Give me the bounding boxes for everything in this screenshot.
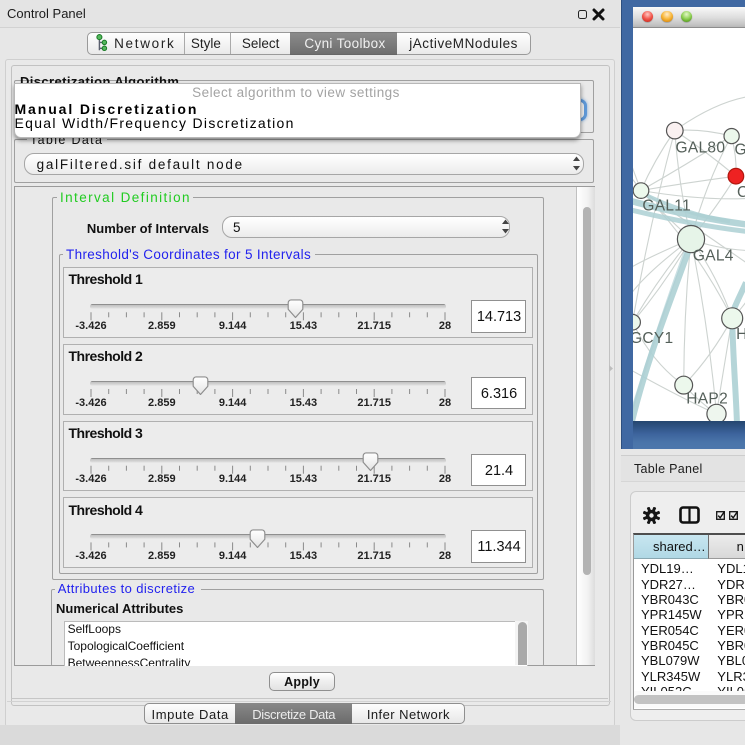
svg-text:GA: GA <box>735 141 745 158</box>
svg-text:HAP2: HAP2 <box>686 390 728 407</box>
svg-text:H: H <box>736 326 745 343</box>
svg-text:GAL80: GAL80 <box>676 139 726 156</box>
svg-text:GAL11: GAL11 <box>642 197 691 214</box>
svg-text:C: C <box>737 184 745 201</box>
svg-text:GAL4: GAL4 <box>693 247 734 264</box>
svg-text:GCY1: GCY1 <box>633 330 673 347</box>
